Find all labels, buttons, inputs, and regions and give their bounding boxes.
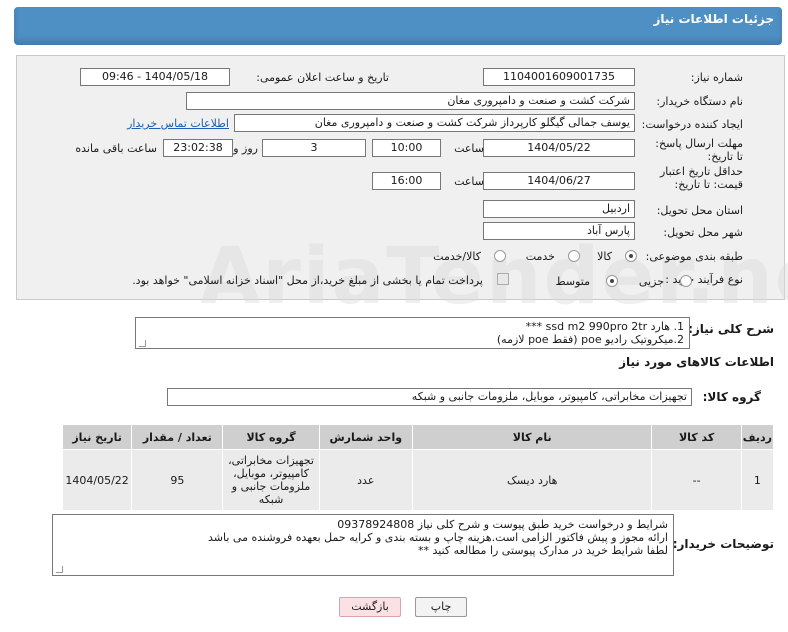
announce-label: تاریخ و ساعت اعلان عمومی:: [256, 71, 389, 84]
summary-label: شرح کلی نیاز:: [688, 322, 774, 336]
category-service-radio[interactable]: [568, 250, 580, 262]
summary-textarea[interactable]: 1. هارد ssd m2 990pro 2tr *** 2.میکروتیک…: [135, 317, 690, 349]
goods-section-title: اطلاعات کالاهای مورد نیاز: [619, 355, 774, 369]
page-title: جزئیات اطلاعات نیاز: [653, 12, 774, 26]
days-field[interactable]: 3: [262, 139, 366, 157]
treasury-note: پرداخت تمام یا بخشی از مبلغ خرید،از محل …: [132, 274, 483, 287]
process-medium-label: متوسط: [555, 275, 590, 288]
need-number-field[interactable]: 1104001609001735: [483, 68, 635, 86]
process-medium-radio[interactable]: [606, 275, 618, 287]
category-goods-service-radio[interactable]: [494, 250, 506, 262]
buyer-notes-line-2: ارائه مجوز و پیش فاکتور الزامی است.هزینه…: [208, 531, 668, 544]
print-button[interactable]: چاپ: [415, 597, 467, 617]
province-label: استان محل تحویل:: [656, 204, 743, 217]
category-service-label: خدمت: [525, 250, 555, 263]
resize-handle-icon[interactable]: [56, 566, 63, 573]
deadline-date-field[interactable]: 1404/05/22: [483, 139, 635, 157]
buyer-notes-textarea[interactable]: شرایط و درخواست خرید طبق پیوست و شرح کلی…: [52, 514, 674, 576]
summary-line-1: 1. هارد ssd m2 990pro 2tr ***: [525, 320, 684, 333]
cell-date: 1404/05/22: [61, 449, 133, 511]
col-group: گروه کالا: [222, 424, 320, 450]
province-field[interactable]: اردبیل: [483, 200, 635, 218]
city-field[interactable]: پارس آباد: [483, 222, 635, 240]
goods-table: ردیف کد کالا نام کالا واحد شمارش گروه کا…: [61, 424, 775, 511]
col-unit: واحد شمارش: [318, 424, 413, 450]
category-goods-label: کالا: [597, 250, 612, 263]
back-button[interactable]: بازگشت: [339, 597, 401, 617]
col-row: ردیف: [740, 424, 775, 450]
requester-label: ایجاد کننده درخواست:: [641, 118, 743, 131]
validity-time-label: ساعت: [454, 175, 484, 188]
cell-code: --: [651, 449, 742, 511]
treasury-checkbox[interactable]: [497, 273, 509, 285]
category-goods-radio[interactable]: [625, 250, 637, 262]
need-number-label: شماره نیاز:: [690, 71, 743, 84]
buyer-notes-label: توضیحات خریدار:: [672, 537, 774, 551]
requester-field[interactable]: یوسف جمالی گیگلو کارپرداز شرکت کشت و صنع…: [234, 114, 635, 132]
announce-datetime-field[interactable]: 1404/05/18 - 09:46: [80, 68, 230, 86]
city-label: شهر محل تحویل:: [663, 226, 743, 239]
deadline-time-field[interactable]: 10:00: [372, 139, 441, 157]
validity-date-field[interactable]: 1404/06/27: [483, 172, 635, 190]
goods-group-field[interactable]: تجهیزات مخابراتی، کامپیوتر، موبایل، ملزو…: [167, 388, 692, 406]
buyer-org-label: نام دستگاه خریدار:: [656, 95, 743, 108]
goods-table-header: ردیف کد کالا نام کالا واحد شمارش گروه کا…: [61, 424, 775, 450]
buyer-contact-link[interactable]: اطلاعات تماس خریدار: [127, 117, 229, 130]
col-code: کد کالا: [651, 424, 742, 450]
category-label: طبقه بندی موضوعی:: [645, 250, 743, 263]
table-row[interactable]: 1 -- هارد دیسک عدد تجهیزات مخابراتی، کام…: [61, 449, 775, 511]
col-name: نام کالا: [411, 424, 653, 450]
goods-group-label: گروه کالا:: [702, 390, 761, 404]
cell-group: تجهیزات مخابراتی، کامپیوتر، موبایل، ملزو…: [222, 449, 320, 511]
remaining-label: ساعت باقی مانده: [75, 142, 157, 155]
col-date: تاریخ نیاز: [61, 424, 133, 450]
cell-name: هارد دیسک: [411, 449, 653, 511]
cell-unit: عدد: [318, 449, 413, 511]
process-minor-radio[interactable]: [680, 275, 692, 287]
validity-label: حداقل تاریخ اعتبار قیمت: تا تاریخ:: [659, 165, 743, 191]
days-label: روز و: [233, 142, 258, 155]
deadline-time-label: ساعت: [454, 142, 484, 155]
buyer-notes-line-3: لطفا شرایط خرید در مدارک پیوستی را مطالع…: [417, 544, 668, 557]
validity-time-field[interactable]: 16:00: [372, 172, 441, 190]
resize-handle-icon[interactable]: [139, 340, 146, 347]
buyer-notes-line-1: شرایط و درخواست خرید طبق پیوست و شرح کلی…: [337, 518, 668, 531]
deadline-label: مهلت ارسال پاسخ: تا تاریخ:: [655, 137, 743, 163]
cell-row: 1: [740, 449, 775, 511]
process-minor-label: جزیی: [638, 275, 664, 288]
remaining-time-field[interactable]: 23:02:38: [163, 139, 233, 157]
category-goods-service-label: کالا/خدمت: [433, 250, 481, 263]
cell-qty: 95: [131, 449, 224, 511]
col-qty: تعداد / مقدار: [131, 424, 224, 450]
summary-line-2: 2.میکروتیک رادیو poe (فقط poe لازمه): [496, 333, 684, 346]
buyer-org-field[interactable]: شرکت کشت و صنعت و دامپروری مغان: [186, 92, 635, 110]
process-label: نوع فرآیند خرید :: [665, 273, 743, 286]
